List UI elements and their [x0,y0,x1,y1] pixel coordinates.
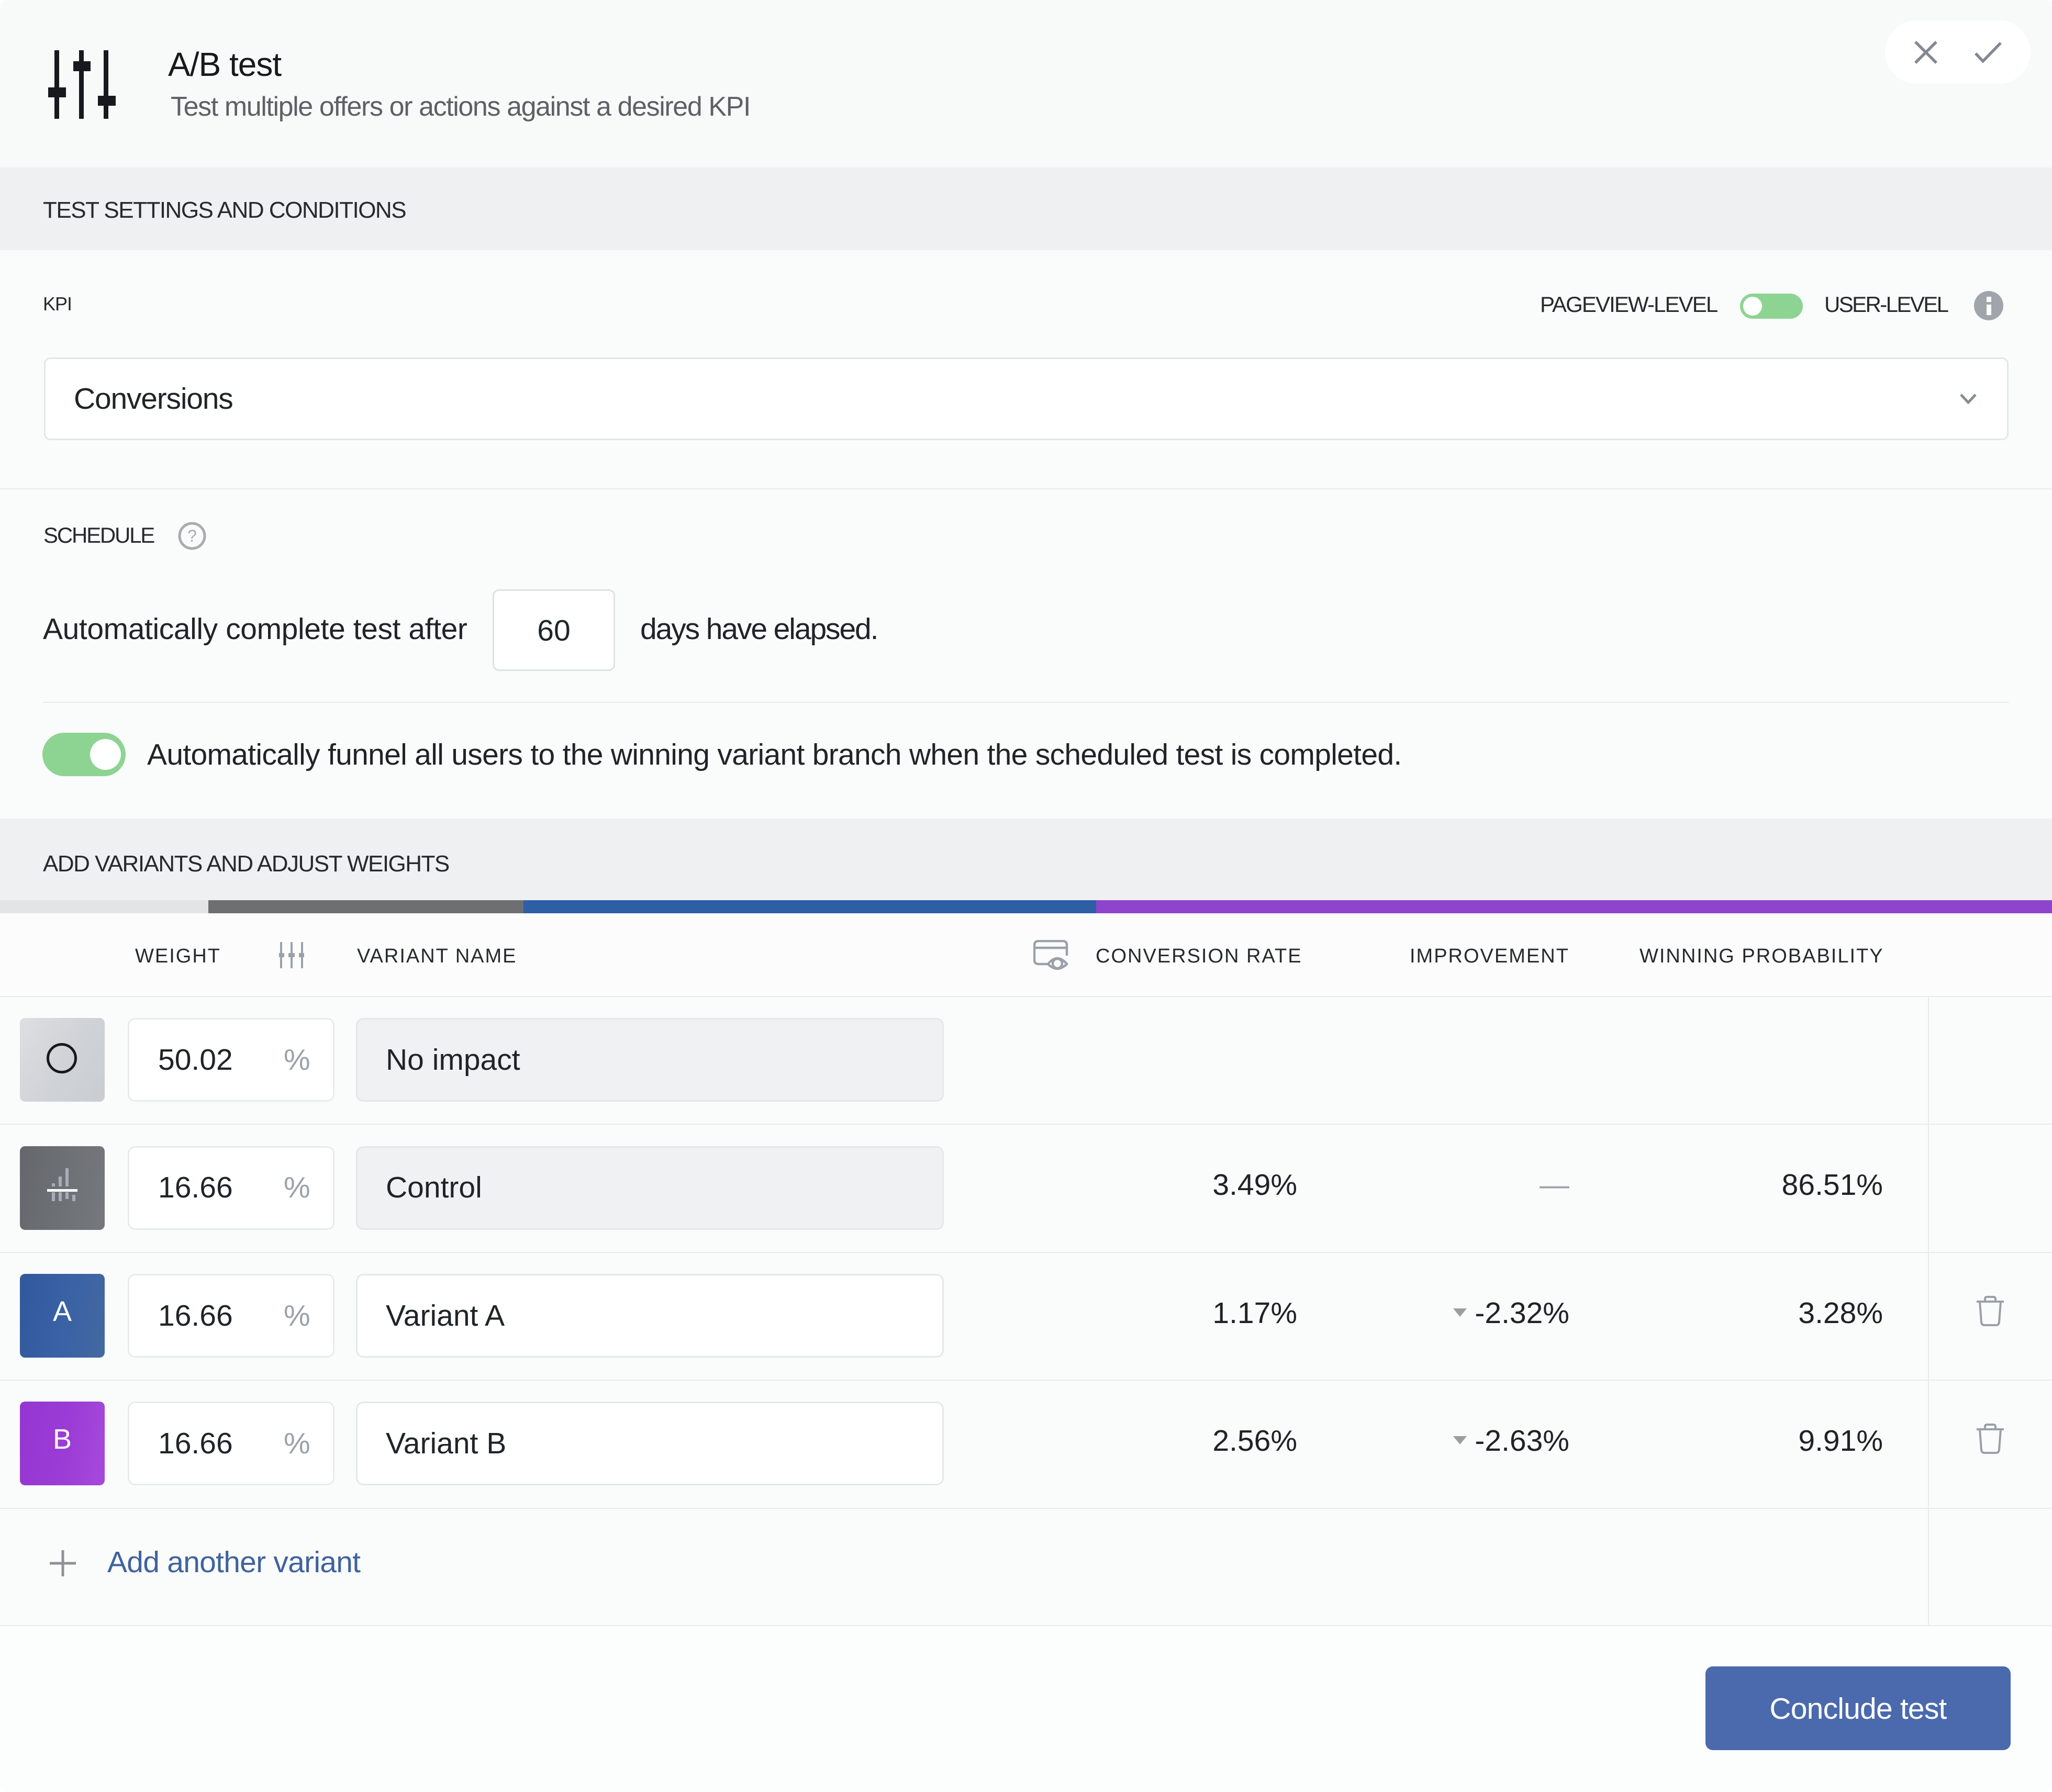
svg-text:?: ? [187,527,197,545]
